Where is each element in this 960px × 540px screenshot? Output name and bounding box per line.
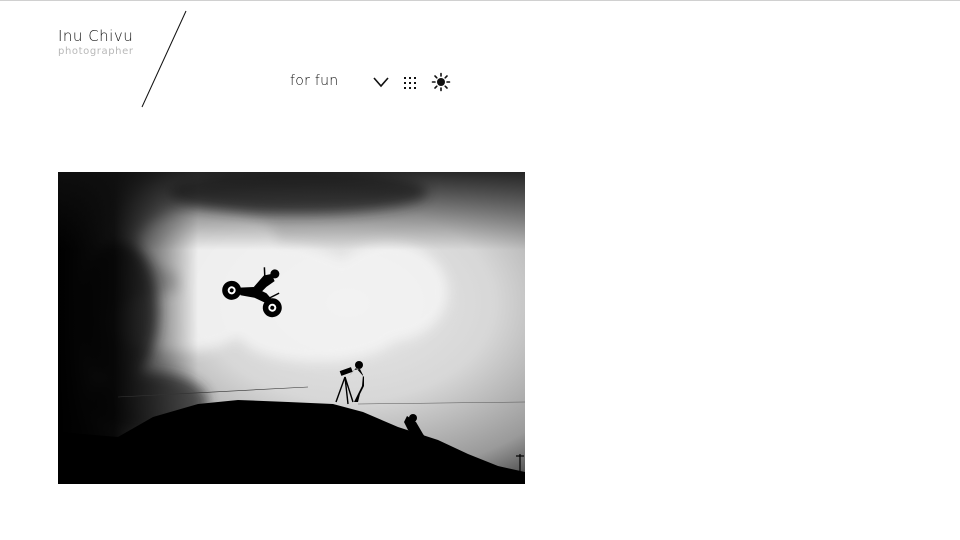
top-border <box>0 0 960 1</box>
chevron-down-icon[interactable] <box>371 72 391 92</box>
gallery-photo[interactable] <box>58 172 525 484</box>
sun-icon[interactable] <box>431 72 451 92</box>
dots-grid-icon[interactable] <box>400 72 420 92</box>
gallery-title[interactable]: for fun <box>290 73 338 89</box>
photo-motocross-jump <box>58 172 525 484</box>
site-name[interactable]: Inu Chivu <box>58 27 133 45</box>
diagonal-divider <box>141 10 187 108</box>
site-tagline: photographer <box>58 46 134 57</box>
